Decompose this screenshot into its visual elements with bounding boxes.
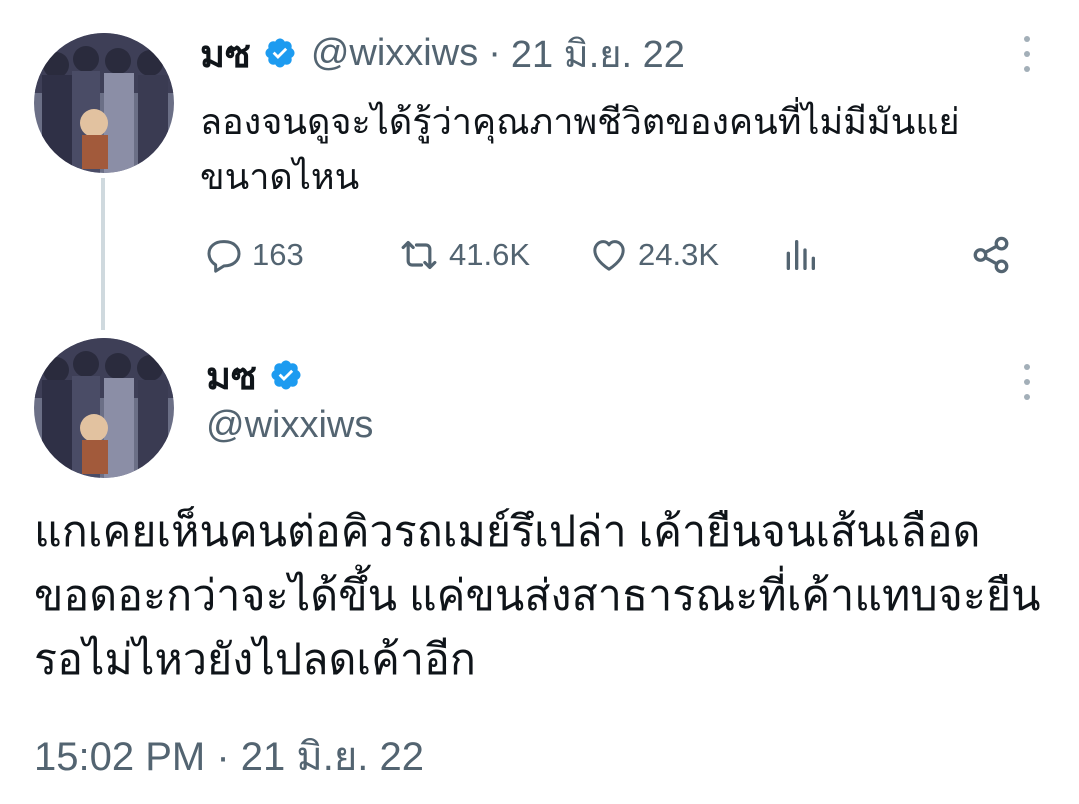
separator-dot: · — [488, 31, 501, 74]
main-tweet-header: มซ — [206, 352, 303, 398]
retweet-button[interactable]: 41.6K — [397, 230, 530, 280]
like-count: 24.3K — [638, 237, 720, 272]
retweet-icon — [401, 240, 437, 270]
reply-count: 163 — [252, 237, 304, 272]
share-icon — [973, 236, 1009, 274]
retweet-count: 41.6K — [449, 237, 531, 272]
tweet-header: มซ @wixxiws · 21 มิ.ย. 22 — [200, 30, 685, 76]
thread-connector — [101, 178, 105, 330]
handle[interactable]: @wixxiws — [206, 404, 373, 447]
main-tweet-text: แกเคยเห็นคนต่อคิวรถเมย์รึเปล่า เค้ายืนจน… — [34, 508, 1041, 684]
verified-badge-icon — [271, 360, 301, 390]
views-button[interactable] — [780, 230, 820, 280]
tweet-date[interactable]: 21 มิ.ย. 22 — [511, 23, 685, 84]
display-name[interactable]: มซ — [200, 23, 251, 84]
more-vertical-icon[interactable] — [1017, 36, 1037, 72]
tweet-timestamp[interactable]: 15:02 PM · 21 มิ.ย. 22 — [34, 724, 424, 788]
share-button[interactable] — [970, 230, 1012, 280]
reply-icon — [207, 240, 241, 273]
like-button[interactable]: 24.3K — [588, 230, 719, 280]
display-name[interactable]: มซ — [206, 345, 257, 406]
avatar[interactable] — [34, 33, 174, 173]
tweet-text: ลองจนดูจะได้รู้ว่าคุณภาพชีวิตของคนที่ไม่… — [200, 101, 960, 197]
heart-icon — [593, 240, 625, 271]
reply-button[interactable]: 163 — [204, 230, 304, 280]
verified-badge-icon — [265, 38, 295, 68]
analytics-icon — [786, 240, 815, 270]
handle[interactable]: @wixxiws — [311, 32, 478, 75]
tweet-actions: 163 41.6K 24.3K — [204, 230, 1024, 280]
more-vertical-icon[interactable] — [1017, 364, 1037, 400]
avatar[interactable] — [34, 338, 174, 478]
